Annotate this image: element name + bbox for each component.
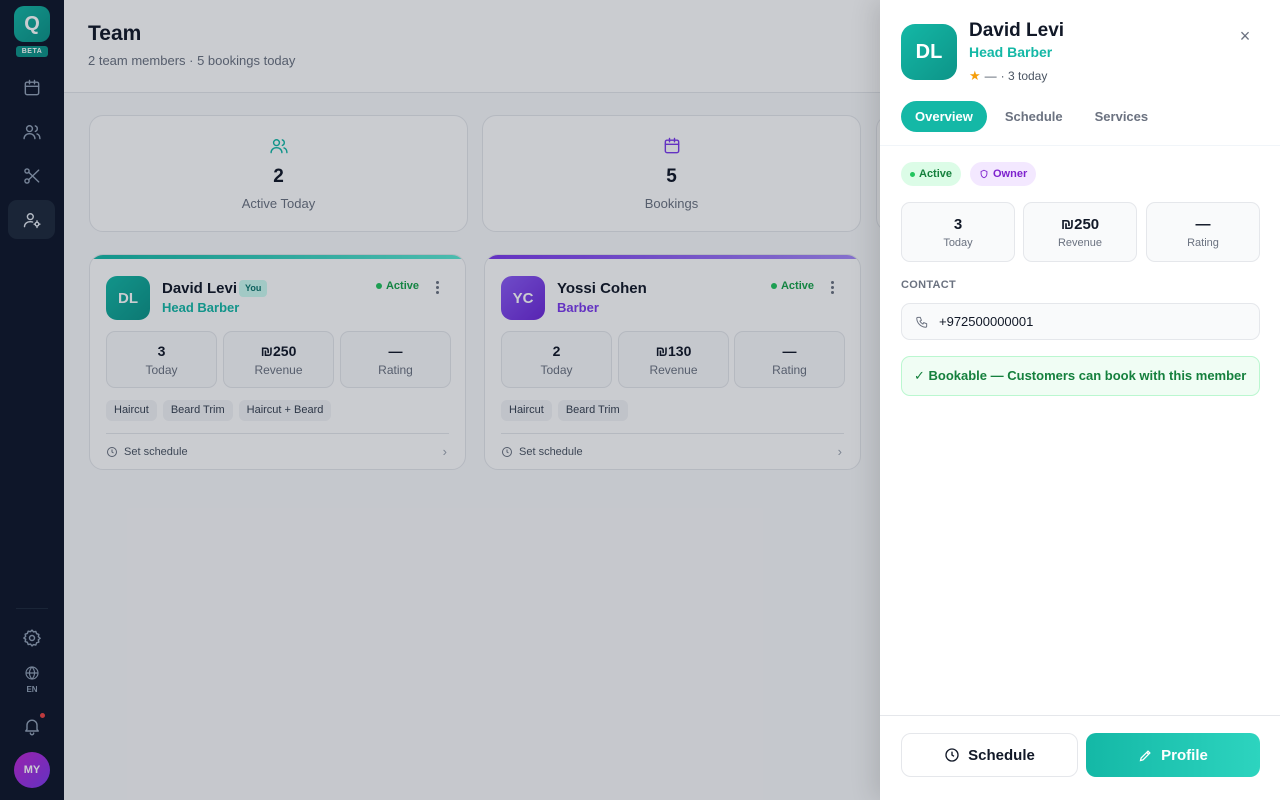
drawer-stat-rating: — Rating — [1146, 202, 1260, 262]
phone-icon — [916, 316, 928, 328]
stat-label: Revenue — [1057, 237, 1103, 249]
star-icon: ★ — [969, 68, 981, 83]
drawer-member-name: David Levi — [969, 20, 1065, 41]
status-pill: Active — [901, 162, 962, 186]
phone-contact[interactable]: +972500000001 — [901, 303, 1260, 340]
tab-services[interactable]: Services — [1081, 101, 1163, 132]
owner-pill: Owner — [970, 162, 1037, 186]
drawer-today-count: · 3 today — [1000, 69, 1048, 83]
phone-number: +972500000001 — [939, 314, 1034, 329]
profile-button[interactable]: Profile — [1086, 733, 1260, 777]
drawer-tabs: Overview Schedule Services — [901, 101, 1166, 132]
status-pill-text: Active — [919, 168, 953, 180]
close-icon[interactable]: × — [1236, 27, 1254, 45]
tabs-divider — [880, 145, 1280, 146]
drawer-stat-revenue: ₪250 Revenue — [1023, 202, 1137, 262]
profile-button-label: Profile — [1161, 746, 1208, 764]
tab-overview[interactable]: Overview — [901, 101, 987, 132]
drawer-meta: ★ — · 3 today — [969, 68, 1047, 84]
status-dot — [910, 171, 915, 177]
pencil-icon — [1139, 749, 1151, 761]
modal-backdrop[interactable] — [0, 0, 880, 800]
contact-section-label: CONTACT — [901, 279, 957, 291]
owner-pill-text: Owner — [993, 168, 1028, 180]
drawer-avatar: DL — [901, 24, 957, 80]
tab-schedule[interactable]: Schedule — [991, 101, 1077, 132]
clock-icon — [945, 748, 959, 762]
bookable-notice: ✓ Bookable — Customers can book with thi… — [901, 356, 1260, 396]
drawer-stat-today: 3 Today — [901, 202, 1015, 262]
drawer-member-role: Head Barber — [969, 44, 1053, 60]
schedule-button-label: Schedule — [968, 746, 1035, 764]
stat-value: ₪250 — [1060, 216, 1100, 233]
drawer-footer: Schedule Profile — [880, 715, 1280, 800]
shield-icon — [980, 169, 988, 179]
schedule-button[interactable]: Schedule — [901, 733, 1078, 777]
stat-value: — — [1195, 216, 1211, 233]
stat-value: 3 — [953, 216, 963, 233]
member-detail-drawer: DL David Levi Head Barber ★ — · 3 today … — [880, 0, 1280, 800]
stat-label: Rating — [1187, 237, 1219, 249]
stat-label: Today — [943, 237, 973, 249]
drawer-rating: — — [984, 69, 997, 83]
